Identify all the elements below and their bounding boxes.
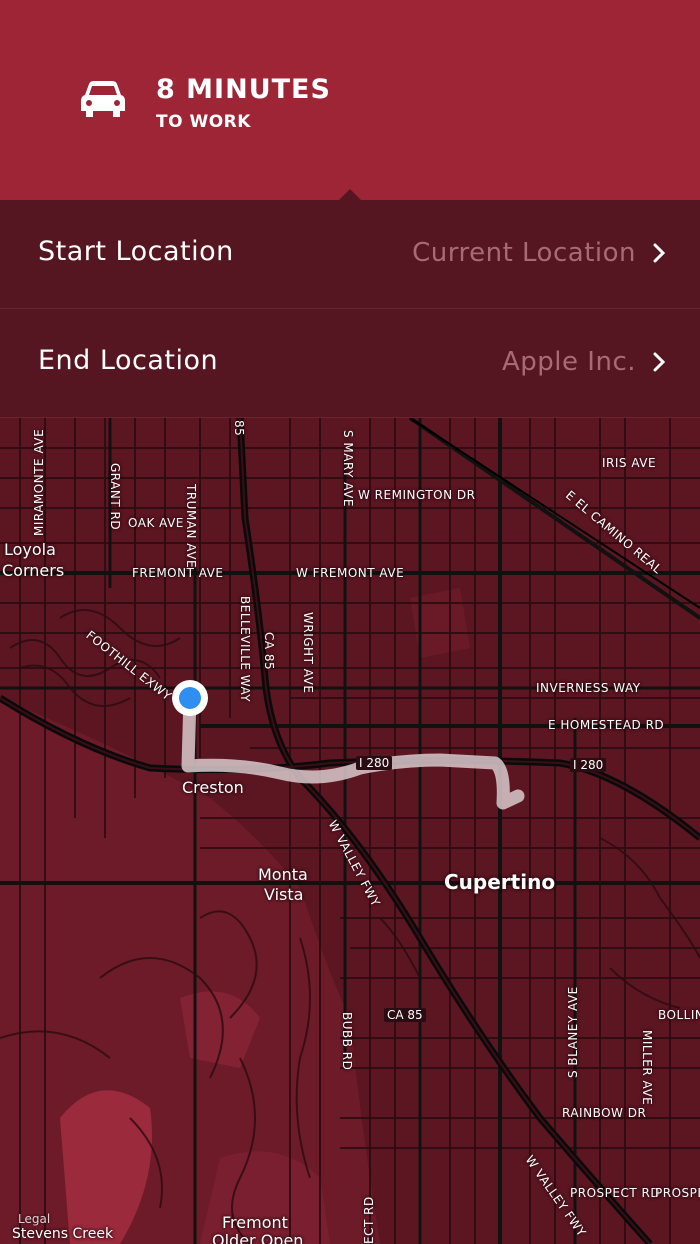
map-label: CA 85 [262, 632, 276, 671]
header-pointer [339, 189, 361, 200]
route-map[interactable]: IRIS AVE W REMINGTON DR OAK AVE FREMONT … [0, 418, 700, 1244]
map-label: FREMONT AVE [132, 566, 224, 580]
map-label: PROSPE [655, 1186, 700, 1200]
map-label: MILLER AVE [640, 1030, 654, 1106]
highway-shield: CA 85 [384, 1008, 426, 1022]
map-city-label: Corners [2, 561, 65, 580]
map-city-label: Creston [182, 778, 244, 797]
chevron-right-icon [653, 352, 666, 372]
map-label: W FREMONT AVE [296, 566, 405, 580]
highway-shield: I 280 [356, 756, 393, 770]
map-city-label: Stevens Creek [12, 1226, 114, 1242]
map-label: ECT RD [362, 1196, 376, 1244]
car-icon [81, 81, 125, 117]
map-city-label: Loyola [4, 540, 56, 559]
map-label: BUBB RD [340, 1012, 354, 1071]
map-label: MIRAMONTE AVE [32, 428, 46, 536]
start-location-value: Current Location [412, 238, 636, 268]
end-location-row[interactable]: End Location Apple Inc. [0, 309, 700, 418]
map-label: TRUMAN AVE [184, 484, 198, 569]
map-city-label: Cupertino [444, 870, 556, 894]
app-screen: 8 MINUTES TO WORK Start Location Current… [0, 0, 700, 1244]
map-label: INVERNESS WAY [536, 681, 641, 695]
map-label: W REMINGTON DR [358, 488, 476, 502]
map-label: BELLEVILLE WAY [238, 596, 252, 703]
start-location-label: Start Location [38, 236, 234, 267]
location-list: Start Location Current Location End Loca… [0, 200, 700, 418]
eta-minutes: 8 MINUTES [156, 74, 331, 105]
map-label: PROSPECT RD [570, 1186, 661, 1200]
map-label: BOLLIN [658, 1008, 700, 1022]
end-location-label: End Location [38, 345, 219, 376]
map-label: S BLANEY AVE [566, 986, 580, 1078]
chevron-right-icon [653, 243, 666, 263]
map-label: S MARY AVE [341, 430, 355, 507]
highway-shield: I 280 [570, 758, 607, 772]
map-city-label: Vista [264, 885, 304, 904]
eta-header: 8 MINUTES TO WORK [0, 0, 700, 200]
end-location-value: Apple Inc. [502, 347, 636, 377]
legal-link[interactable]: Legal [18, 1212, 50, 1226]
map-label: RAINBOW DR [562, 1106, 647, 1120]
map-label: WRIGHT AVE [301, 612, 315, 694]
map-label: 85 [232, 420, 246, 437]
map-label: E HOMESTEAD RD [548, 718, 665, 732]
eta-subtitle: TO WORK [156, 112, 251, 132]
start-location-row[interactable]: Start Location Current Location [0, 200, 700, 309]
map-city-label: Monta [258, 865, 308, 884]
map-label: OAK AVE [128, 516, 184, 530]
map-label: GRANT RD [108, 463, 122, 531]
map-city-label: Older Open [212, 1231, 304, 1244]
map-label: IRIS AVE [602, 456, 657, 470]
map-canvas [0, 418, 700, 1244]
map-city-label: Fremont [222, 1213, 288, 1232]
